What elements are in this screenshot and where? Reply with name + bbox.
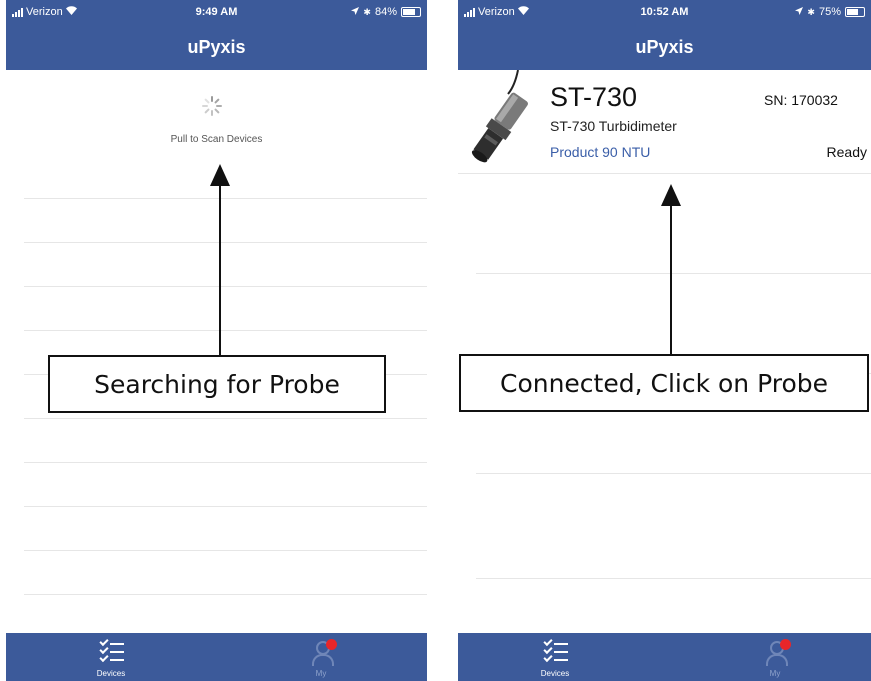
tab-devices-label: Devices bbox=[540, 669, 570, 678]
tab-my[interactable]: My bbox=[730, 633, 820, 681]
list-divider bbox=[476, 473, 871, 474]
app-title: uPyxis bbox=[187, 37, 246, 57]
location-icon bbox=[795, 6, 804, 18]
location-icon bbox=[351, 6, 360, 18]
notification-badge bbox=[326, 639, 337, 650]
person-icon bbox=[766, 639, 792, 667]
tab-bar: Devices My bbox=[6, 633, 427, 681]
list-divider bbox=[24, 506, 427, 507]
nav-bar: uPyxis bbox=[6, 25, 427, 70]
status-bar: Verizon 9:49 AM ✱ 84% bbox=[6, 0, 427, 25]
nav-bar: uPyxis bbox=[458, 25, 871, 70]
tab-my[interactable]: My bbox=[276, 633, 366, 681]
arrow-left-icon bbox=[210, 164, 230, 356]
list-divider bbox=[24, 418, 427, 419]
status-bar: Verizon 10:52 AM ✱ 75% bbox=[458, 0, 871, 25]
bluetooth-icon: ✱ bbox=[807, 6, 815, 17]
device-model: ST-730 Turbidimeter bbox=[550, 118, 677, 134]
person-icon bbox=[312, 639, 338, 667]
bluetooth-icon: ✱ bbox=[363, 6, 371, 17]
status-right-group: ✱ 84% bbox=[351, 6, 421, 18]
notification-badge bbox=[780, 639, 791, 650]
list-divider bbox=[458, 173, 871, 174]
checklist-icon bbox=[99, 636, 124, 665]
battery-icon bbox=[401, 7, 421, 17]
status-right-group: ✱ 75% bbox=[795, 6, 865, 18]
battery-icon bbox=[845, 7, 865, 17]
list-divider bbox=[24, 594, 427, 595]
device-serial-number: SN: 170032 bbox=[764, 92, 838, 108]
tab-bar: Devices My bbox=[458, 633, 871, 681]
callout-searching: Searching for Probe bbox=[48, 355, 386, 413]
tab-devices-label: Devices bbox=[96, 669, 126, 678]
tab-devices[interactable]: Devices bbox=[510, 633, 600, 681]
device-product-link[interactable]: Product 90 NTU bbox=[550, 144, 650, 160]
checklist-icon bbox=[543, 636, 568, 665]
device-name: ST-730 bbox=[550, 82, 638, 112]
list-divider bbox=[24, 550, 427, 551]
tab-devices[interactable]: Devices bbox=[66, 633, 156, 681]
pull-to-scan-label: Pull to Scan Devices bbox=[170, 134, 263, 145]
battery-percent: 84% bbox=[374, 6, 397, 18]
tab-my-label: My bbox=[315, 669, 327, 678]
arrow-right-icon bbox=[661, 184, 681, 354]
device-status: Ready bbox=[826, 144, 867, 160]
battery-percent: 75% bbox=[818, 6, 841, 18]
list-divider bbox=[24, 462, 427, 463]
list-divider bbox=[476, 578, 871, 579]
turbidimeter-probe-icon bbox=[471, 70, 528, 163]
device-row[interactable]: ST-730 ST-730 Turbidimeter Product 90 NT… bbox=[458, 70, 871, 174]
app-title: uPyxis bbox=[635, 37, 694, 57]
loading-spinner-icon bbox=[202, 96, 222, 116]
callout-connected: Connected, Click on Probe bbox=[459, 354, 869, 412]
tab-my-label: My bbox=[769, 669, 781, 678]
